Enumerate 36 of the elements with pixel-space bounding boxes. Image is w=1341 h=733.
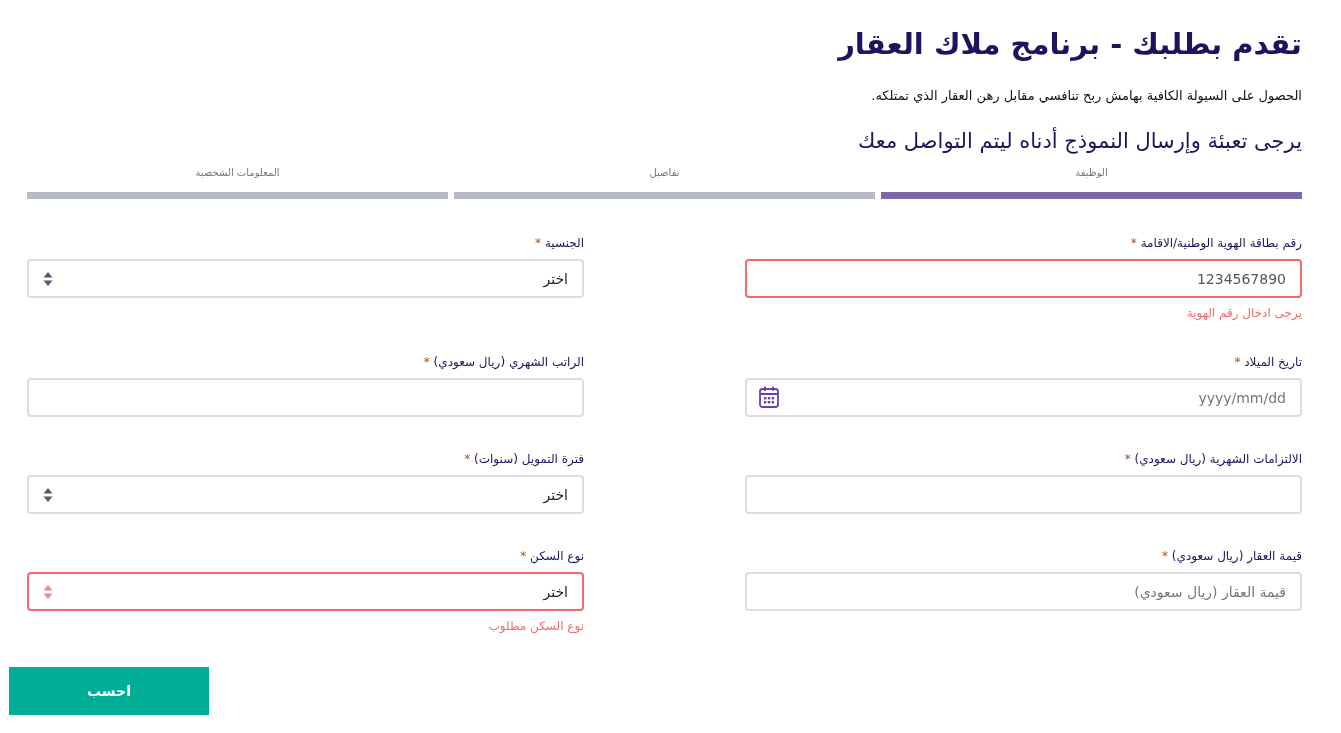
sort-arrows-icon (43, 583, 53, 600)
field-label: الالتزامات الشهرية (ريال سعودي) * (1123, 451, 1302, 467)
required-mark: * (464, 452, 471, 466)
step-tab[interactable]: الوظيفة (881, 161, 1302, 199)
date-field[interactable]: yyyy/mm/dd (745, 378, 1302, 417)
page-description: الحصول على السيولة الكافية بهامش ربح تنافسي مقابل رهن العقار الذي تمتلكه. (870, 88, 1302, 103)
select-field[interactable]: اختر (27, 572, 584, 611)
field-label: رقم بطاقة الهوية الوطنية/الاقامة * (1129, 235, 1302, 251)
input-field[interactable] (27, 378, 584, 417)
sort-arrows-icon (43, 270, 53, 287)
field-label: نوع السكن * (519, 548, 584, 564)
page-title: تقدم بطلبك - برنامج ملاك العقار (836, 26, 1302, 63)
calendar-icon[interactable] (759, 386, 779, 408)
required-mark: * (423, 355, 430, 369)
field-label: فترة التمويل (سنوات) * (463, 451, 584, 467)
field-label: الجنسية * (534, 235, 584, 251)
input-field[interactable] (745, 475, 1302, 514)
select-field[interactable]: اختر (27, 475, 584, 514)
field-label: تاريخ الميلاد * (1233, 354, 1302, 370)
select-field[interactable]: اختر (27, 259, 584, 298)
required-mark: * (535, 236, 542, 250)
input-field[interactable]: 1234567890 (745, 259, 1302, 298)
required-mark: * (1234, 355, 1241, 369)
step-tab[interactable]: تفاصيل (454, 161, 875, 199)
error-message: يرجى ادخال رقم الهوية (1185, 306, 1302, 320)
field-label: قيمة العقار (ريال سعودي) * (1161, 548, 1302, 564)
form-instruction: يرجى تعبئة وإرسال النموذج أدناه ليتم التواصل معك (857, 129, 1302, 153)
step-tab[interactable]: المعلومات الشخصية (27, 161, 448, 199)
required-mark: * (1130, 236, 1137, 250)
field-label: الراتب الشهري (ريال سعودي) * (422, 354, 584, 370)
required-mark: * (1162, 549, 1169, 563)
required-mark: * (520, 549, 527, 563)
sort-arrows-icon (43, 486, 53, 503)
required-mark: * (1124, 452, 1131, 466)
error-message: نوع السكن مطلوب (487, 619, 584, 633)
input-field[interactable]: قيمة العقار (ريال سعودي) (745, 572, 1302, 611)
